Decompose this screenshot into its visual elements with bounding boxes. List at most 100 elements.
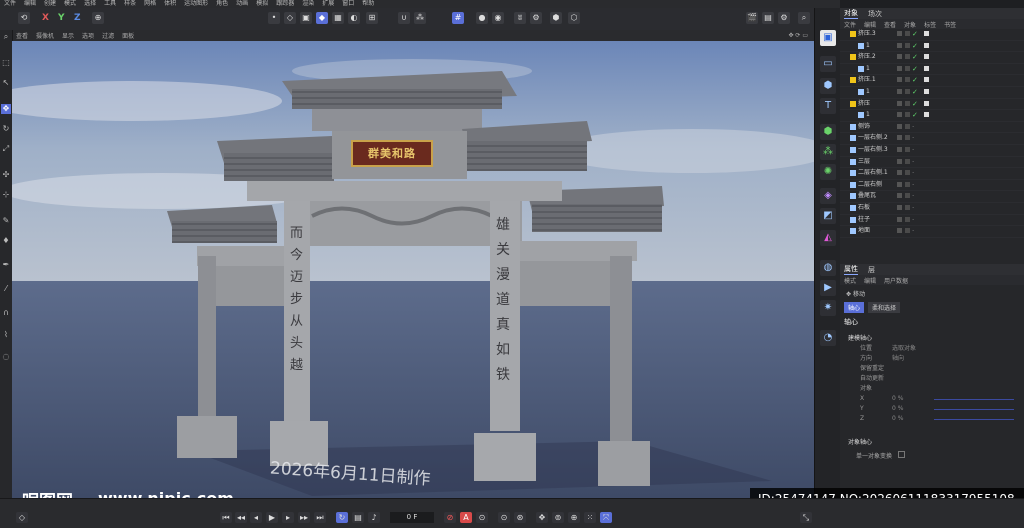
visibility-editor-dot[interactable] bbox=[897, 123, 902, 129]
visibility-editor-dot[interactable] bbox=[897, 158, 902, 164]
visibility-render-dot[interactable] bbox=[905, 158, 910, 164]
play-icon[interactable]: ▶ bbox=[266, 512, 278, 523]
snap-settings-icon[interactable]: ⁂ bbox=[414, 12, 426, 24]
enabled-check-icon[interactable]: ✓ bbox=[912, 99, 918, 110]
key-rotation-icon[interactable]: ⊛ bbox=[514, 512, 526, 523]
enabled-check-icon[interactable]: ✓ bbox=[912, 41, 918, 52]
object-row[interactable]: 挤压.3 ✓ bbox=[840, 29, 1024, 41]
pen-tool-icon[interactable]: ✒ bbox=[1, 260, 11, 270]
environment-icon[interactable]: ◍ bbox=[820, 260, 836, 276]
next-frame-icon[interactable]: ▸ bbox=[282, 512, 294, 523]
visibility-render-dot[interactable] bbox=[905, 112, 910, 118]
search-icon[interactable]: ⌕ bbox=[798, 12, 810, 24]
visibility-render-dot[interactable] bbox=[905, 204, 910, 210]
visibility-render-dot[interactable] bbox=[905, 135, 910, 141]
visibility-editor-dot[interactable] bbox=[897, 146, 902, 152]
visibility-editor-dot[interactable] bbox=[897, 65, 902, 71]
menu-window[interactable]: 窗口 bbox=[342, 0, 354, 8]
visibility-render-dot[interactable] bbox=[905, 193, 910, 199]
menu-animate[interactable]: 动画 bbox=[236, 0, 248, 8]
workplane-icon[interactable]: # bbox=[452, 12, 464, 24]
visibility-editor-dot[interactable] bbox=[897, 100, 902, 106]
menu-mesh[interactable]: 网格 bbox=[144, 0, 156, 8]
key-param-icon[interactable]: ⊚ bbox=[552, 512, 564, 523]
visibility-editor-dot[interactable] bbox=[897, 54, 902, 60]
settings-gear-icon[interactable]: ⚙ bbox=[530, 12, 542, 24]
autokey-icon[interactable]: ◉ bbox=[492, 12, 504, 24]
deformer-icon[interactable]: ◈ bbox=[820, 188, 836, 204]
enabled-check-icon[interactable]: · bbox=[912, 203, 914, 214]
axis-x-toggle[interactable]: X bbox=[42, 13, 49, 23]
tag-icon[interactable] bbox=[924, 100, 929, 106]
object-row[interactable]: 二层右侧.1 · bbox=[840, 168, 1024, 180]
object-row[interactable]: 柱子 · bbox=[840, 215, 1024, 227]
object-row[interactable]: 挤压.2 ✓ bbox=[840, 52, 1024, 64]
camera-icon[interactable]: ▣ bbox=[820, 30, 836, 46]
edges-mode-icon[interactable]: ◇ bbox=[284, 12, 296, 24]
object-row[interactable]: 石板 · bbox=[840, 203, 1024, 215]
enabled-check-icon[interactable]: · bbox=[912, 133, 914, 144]
object-row[interactable]: 三层 · bbox=[840, 157, 1024, 169]
3d-viewport[interactable]: 群美和路 而今迈步从头越 雄关漫道真如铁 2026年6月11日制作 bbox=[12, 41, 814, 498]
tag-icon[interactable] bbox=[924, 54, 929, 60]
visibility-render-dot[interactable] bbox=[905, 100, 910, 106]
enabled-check-icon[interactable]: · bbox=[912, 215, 914, 226]
record-keys-icon[interactable]: ⊘ bbox=[444, 512, 456, 523]
key-scale-icon[interactable]: ✥ bbox=[536, 512, 548, 523]
visibility-editor-dot[interactable] bbox=[897, 135, 902, 141]
object-row[interactable]: 一层右侧.3 · bbox=[840, 145, 1024, 157]
select-tool-icon[interactable]: ⬚ bbox=[1, 58, 11, 68]
menu-edit[interactable]: 编辑 bbox=[24, 0, 36, 8]
visibility-editor-dot[interactable] bbox=[897, 77, 902, 83]
attr-menu-edit[interactable]: 编辑 bbox=[864, 276, 876, 285]
enabled-check-icon[interactable]: · bbox=[912, 157, 914, 168]
points-mode-icon[interactable]: • bbox=[268, 12, 280, 24]
menu-render[interactable]: 渲染 bbox=[302, 0, 314, 8]
visibility-editor-dot[interactable] bbox=[897, 31, 902, 36]
group-object-axis[interactable]: 对象轴心 bbox=[840, 434, 1024, 449]
video-camera-icon[interactable]: ▶ bbox=[820, 280, 836, 296]
enabled-check-icon[interactable]: ✓ bbox=[912, 87, 918, 98]
menu-file[interactable]: 文件 bbox=[4, 0, 16, 8]
group-modeling-axis[interactable]: 建模轴心 bbox=[840, 331, 1024, 344]
object-row[interactable]: 1 ✓ bbox=[840, 110, 1024, 122]
diamond-icon[interactable]: ◇ bbox=[16, 512, 28, 523]
plane-icon[interactable]: ▭ bbox=[820, 56, 836, 72]
tag-icon[interactable] bbox=[924, 88, 929, 94]
tab-attributes[interactable]: 属性 bbox=[844, 264, 858, 275]
visibility-editor-dot[interactable] bbox=[897, 112, 902, 118]
tab-layers[interactable]: 层 bbox=[868, 265, 875, 275]
symmetry-icon[interactable]: ʬ bbox=[514, 12, 526, 24]
enabled-check-icon[interactable]: · bbox=[912, 122, 914, 133]
render-settings-icon[interactable]: ⚙ bbox=[778, 12, 790, 24]
view-menu-view[interactable]: 查看 bbox=[16, 31, 28, 40]
visibility-render-dot[interactable] bbox=[905, 146, 910, 152]
texture-mode-icon[interactable]: ◐ bbox=[348, 12, 360, 24]
axis-y-toggle[interactable]: Y bbox=[58, 13, 65, 23]
key-position-icon[interactable]: ⊙ bbox=[498, 512, 510, 523]
view-menu-options[interactable]: 选项 bbox=[82, 31, 94, 40]
visibility-editor-dot[interactable] bbox=[897, 204, 902, 210]
coordinate-system-icon[interactable]: ⊕ bbox=[92, 12, 104, 24]
view-menu-display[interactable]: 显示 bbox=[62, 31, 74, 40]
objects-menu-bookmarks[interactable]: 书签 bbox=[944, 20, 956, 29]
visibility-render-dot[interactable] bbox=[905, 31, 910, 36]
attribute-value[interactable]: 0 % bbox=[892, 404, 932, 414]
visibility-render-dot[interactable] bbox=[905, 88, 910, 94]
menu-simulate[interactable]: 模拟 bbox=[256, 0, 268, 8]
key-point-icon[interactable]: ⁙ bbox=[584, 512, 596, 523]
keyframe-selection-icon[interactable]: ⊙ bbox=[476, 512, 488, 523]
tag-icon[interactable] bbox=[924, 65, 929, 71]
visibility-editor-dot[interactable] bbox=[897, 181, 902, 187]
measure-icon[interactable]: ◔ bbox=[820, 330, 836, 346]
render-view-icon[interactable]: 🎬 bbox=[746, 12, 758, 24]
scale-tool-icon[interactable]: ⤢ bbox=[1, 144, 11, 154]
object-row[interactable]: 挤压 ✓ bbox=[840, 99, 1024, 111]
enabled-check-icon[interactable]: ✓ bbox=[912, 64, 918, 75]
record-icon[interactable]: ● bbox=[476, 12, 488, 24]
subtab-soft-selection[interactable]: 柔和选择 bbox=[868, 302, 901, 313]
visibility-render-dot[interactable] bbox=[905, 77, 910, 83]
move-tool-icon[interactable]: ✥ bbox=[1, 104, 11, 114]
axis-z-toggle[interactable]: Z bbox=[74, 13, 81, 23]
paint-tool-icon[interactable]: ♦ bbox=[1, 236, 11, 246]
